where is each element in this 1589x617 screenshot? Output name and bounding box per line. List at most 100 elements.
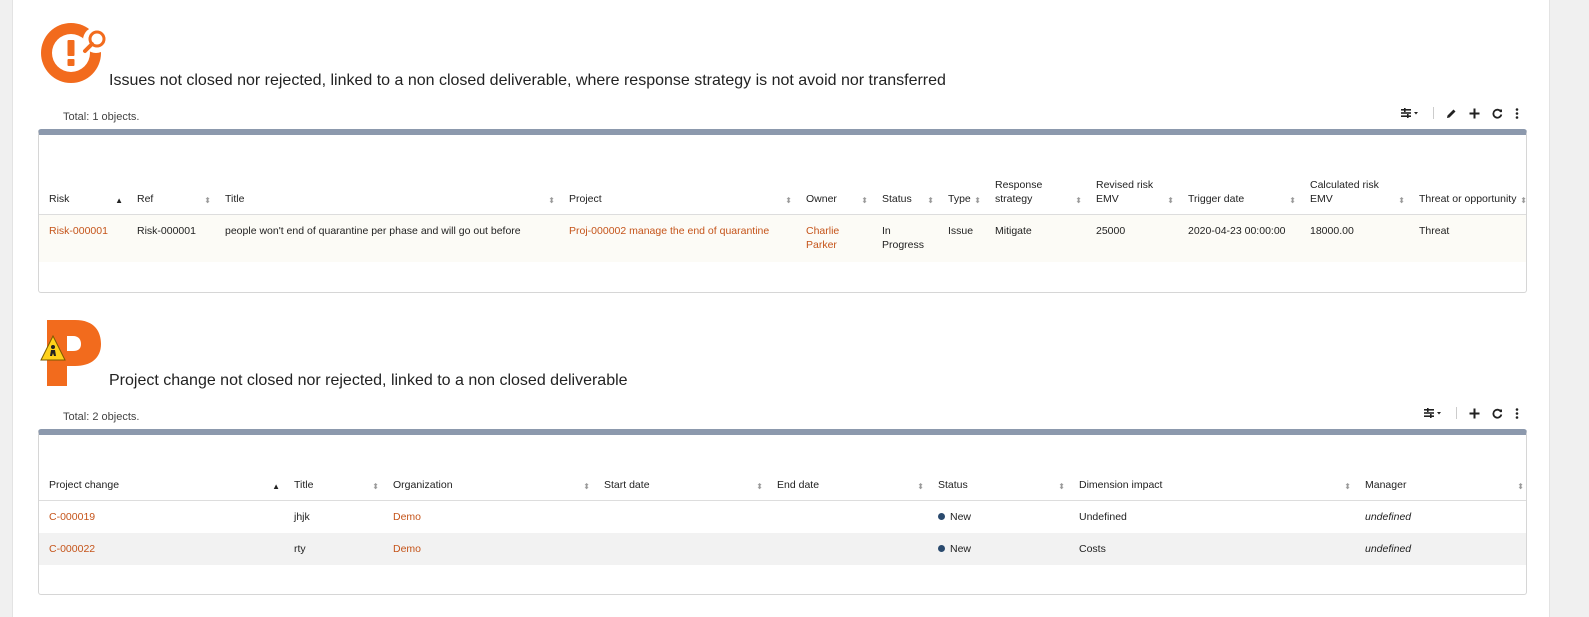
cell-status: In Progress: [872, 214, 938, 262]
column-header-revised-risk-emv[interactable]: Revised risk EMV ⬍: [1086, 135, 1178, 215]
project-changes-widget-title: Project change not closed nor rejected, …: [109, 372, 628, 389]
table-header-row: Risk ▲ Ref ⬍ Title ⬍ Project ⬍ Owner ⬍ Status…: [39, 135, 1526, 215]
plus-icon[interactable]: [1469, 408, 1480, 419]
cell-dimension-impact: Costs: [1069, 532, 1355, 565]
project-change-id-link[interactable]: C-000019: [49, 511, 95, 523]
issues-widget-title: Issues not closed nor rejected, linked t…: [109, 72, 946, 89]
project-changes-total-count: Total: 2 objects.: [63, 411, 140, 423]
cell-title: rty: [284, 532, 383, 565]
toolbar-separator: [1433, 107, 1434, 119]
table-header-row: Project change ▲ Title ⬍ Organization ⬍ Sta…: [39, 435, 1526, 501]
sort-icon[interactable]: ⬍: [785, 196, 792, 205]
sort-icon[interactable]: ⬍: [1344, 482, 1351, 491]
column-header-title[interactable]: Title ⬍: [215, 135, 559, 215]
sort-icon[interactable]: ⬍: [974, 196, 981, 205]
column-header-calculated-risk-emv[interactable]: Calculated risk EMV ⬍: [1300, 135, 1409, 215]
column-header-start-date[interactable]: Start date ⬍: [594, 435, 767, 501]
sort-icon[interactable]: ⬍: [583, 482, 590, 491]
cell-revised-risk-emv: 25000: [1086, 214, 1178, 262]
cell-calculated-risk-emv: 18000.00: [1300, 214, 1409, 262]
column-header-response-strategy[interactable]: Response strategy ⬍: [985, 135, 1086, 215]
organization-link[interactable]: Demo: [393, 543, 421, 555]
cell-ref: Risk-000001: [127, 214, 215, 262]
column-header-organization[interactable]: Organization ⬍: [383, 435, 594, 501]
column-header-project[interactable]: Project ⬍: [559, 135, 796, 215]
organization-link[interactable]: Demo: [393, 511, 421, 523]
column-header-type[interactable]: Type ⬍: [938, 135, 985, 215]
sort-icon[interactable]: ⬍: [548, 196, 555, 205]
sort-icon[interactable]: ⬍: [756, 482, 763, 491]
project-link[interactable]: Proj-000002 manage the end of quarantine: [569, 225, 769, 237]
cell-type: Issue: [938, 214, 985, 262]
cell-trigger-date: 2020-04-23 00:00:00: [1178, 214, 1300, 262]
column-header-ref[interactable]: Ref ⬍: [127, 135, 215, 215]
sort-asc-icon[interactable]: ▲: [115, 196, 123, 205]
cell-start-date: [594, 500, 767, 533]
status-label: New: [950, 510, 972, 523]
plus-icon[interactable]: [1469, 108, 1480, 119]
cell-end-date: [767, 532, 928, 565]
issues-widget: Issues not closed nor rejected, linked t…: [13, 0, 1549, 300]
column-header-dimension-impact[interactable]: Dimension impact ⬍: [1069, 435, 1355, 501]
column-header-manager[interactable]: Manager ⬍: [1355, 435, 1526, 501]
table-row[interactable]: C-000022 rty Demo New Costs undefined: [39, 532, 1526, 565]
column-header-status[interactable]: Status ⬍: [928, 435, 1069, 501]
refresh-icon[interactable]: [1492, 108, 1503, 119]
status-dot: [938, 512, 945, 520]
table-row[interactable]: C-000019 jhjk Demo New Undefined undefin…: [39, 500, 1526, 533]
column-header-threat-or-opportunity[interactable]: Threat or opportunity ⬍: [1409, 135, 1526, 215]
column-header-risk[interactable]: Risk ▲: [39, 135, 127, 215]
sort-icon[interactable]: ⬍: [1058, 482, 1065, 491]
sort-icon[interactable]: ⬍: [1075, 196, 1082, 205]
column-header-title[interactable]: Title ⬍: [284, 435, 383, 501]
cell-manager: undefined: [1365, 510, 1412, 523]
pencil-icon[interactable]: [1446, 108, 1457, 119]
issues-table: Risk ▲ Ref ⬍ Title ⬍ Project ⬍ Owner ⬍ Status…: [38, 129, 1527, 293]
sort-icon[interactable]: ⬍: [861, 196, 868, 205]
refresh-icon[interactable]: [1492, 408, 1503, 419]
kebab-menu-icon[interactable]: [1515, 107, 1519, 119]
status-dot: [938, 544, 945, 552]
sort-asc-icon[interactable]: ▲: [272, 482, 280, 491]
sort-icon[interactable]: ⬍: [204, 196, 211, 205]
cell-status: New: [928, 500, 1069, 533]
column-header-end-date[interactable]: End date ⬍: [767, 435, 928, 501]
cell-manager: undefined: [1355, 532, 1526, 565]
cell-title: jhjk: [294, 510, 310, 523]
columns-toggle-icon[interactable]: [1424, 407, 1444, 419]
project-change-icon: [39, 316, 105, 393]
sort-icon[interactable]: ⬍: [1398, 196, 1405, 205]
project-changes-widget: Project change not closed nor rejected, …: [13, 300, 1549, 617]
project-change-id-link[interactable]: C-000022: [49, 543, 95, 555]
cell-response-strategy: Mitigate: [985, 214, 1086, 262]
cell-end-date: [767, 500, 928, 533]
kebab-menu-icon[interactable]: [1515, 407, 1519, 419]
sort-icon[interactable]: ⬍: [1520, 196, 1526, 205]
column-header-status[interactable]: Status ⬍: [872, 135, 938, 215]
sort-icon[interactable]: ⬍: [917, 482, 924, 491]
sort-icon[interactable]: ⬍: [372, 482, 379, 491]
sort-icon[interactable]: ⬍: [1167, 196, 1174, 205]
cell-status: New: [928, 532, 1069, 565]
cell-start-date: [594, 532, 767, 565]
issues-toolbar: [1401, 107, 1519, 119]
sort-icon[interactable]: ⬍: [927, 196, 934, 205]
issues-total-count: Total: 1 objects.: [63, 111, 140, 123]
table-row[interactable]: Risk-000001 Risk-000001 people won't end…: [39, 214, 1526, 262]
column-header-project-change[interactable]: Project change ▲: [39, 435, 284, 501]
issue-magnifier-icon: [39, 20, 111, 91]
sort-icon[interactable]: ⬍: [1517, 482, 1524, 491]
dashboard-page: Issues not closed nor rejected, linked t…: [12, 0, 1550, 617]
project-changes-toolbar: [1424, 407, 1519, 419]
owner-link[interactable]: Charlie Parker: [806, 225, 839, 251]
column-header-owner[interactable]: Owner ⬍: [796, 135, 872, 215]
columns-toggle-icon[interactable]: [1401, 107, 1421, 119]
cell-threat-or-opportunity: Threat: [1409, 214, 1526, 262]
sort-icon[interactable]: ⬍: [1289, 196, 1296, 205]
status-label: New: [950, 542, 972, 555]
project-changes-table: Project change ▲ Title ⬍ Organization ⬍ Sta…: [38, 429, 1527, 595]
cell-dimension-impact: Undefined: [1079, 510, 1127, 523]
risk-id-link[interactable]: Risk-000001: [49, 225, 108, 237]
cell-title: people won't end of quarantine per phase…: [215, 214, 559, 262]
column-header-trigger-date[interactable]: Trigger date ⬍: [1178, 135, 1300, 215]
